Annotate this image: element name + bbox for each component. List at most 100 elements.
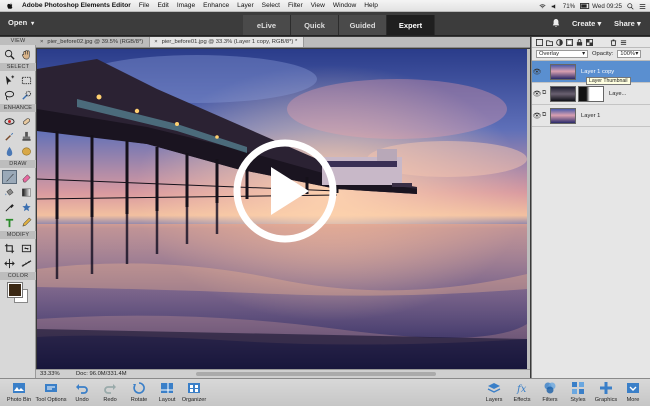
layer-name[interactable]: Layer 1 copy [581, 69, 614, 75]
zoom-tool-icon[interactable] [2, 47, 17, 61]
opacity-field[interactable]: 100% ▾ [617, 50, 642, 58]
add-mask-icon[interactable] [566, 38, 573, 46]
tool-options-button[interactable]: Tool Options [34, 381, 68, 403]
notifications-bell-icon[interactable] [552, 18, 560, 28]
layer-mask-thumbnail[interactable] [578, 85, 604, 102]
menu-help[interactable]: Help [364, 2, 378, 9]
vertical-scrollbar[interactable] [527, 49, 530, 369]
graphics-plus-icon [600, 382, 612, 394]
tab-elive[interactable]: eLive [243, 15, 291, 35]
eraser-tool-icon[interactable] [19, 170, 34, 184]
layer-thumbnail[interactable] [550, 63, 576, 80]
type-tool-icon[interactable] [2, 215, 17, 229]
menu-layer[interactable]: Layer [237, 2, 254, 9]
content-aware-move-tool-icon[interactable] [2, 256, 17, 270]
photo-bin-button[interactable]: Photo Bin [2, 381, 36, 403]
move-tool-icon[interactable] [2, 73, 17, 87]
chevron-down-icon: ▾ [635, 51, 639, 57]
visibility-eye-icon[interactable]: 👁 [532, 90, 542, 98]
sponge-tool-icon[interactable] [19, 144, 34, 158]
new-layer-icon[interactable] [536, 38, 543, 46]
open-button[interactable]: Open ▾ [8, 18, 34, 27]
notification-center-icon[interactable] [639, 3, 646, 10]
layer-name[interactable]: Laye... [609, 91, 626, 97]
layer-name[interactable]: Layer 1 [581, 113, 600, 119]
blur-tool-icon[interactable] [2, 144, 17, 158]
create-label: Create [572, 19, 596, 28]
visibility-eye-icon[interactable]: 👁 [532, 112, 542, 120]
more-button[interactable]: More [616, 381, 650, 403]
horizontal-scrollbar[interactable] [196, 372, 436, 376]
layer-row[interactable]: 👁 ⧉ Laye... [532, 83, 650, 105]
close-tab-icon[interactable]: × [154, 39, 157, 45]
volume-icon[interactable] [551, 3, 558, 10]
spotlight-search-icon[interactable] [627, 2, 634, 10]
lock-all-icon[interactable] [576, 38, 583, 46]
battery-percent: 71% [562, 2, 576, 10]
lasso-tool-icon[interactable] [2, 88, 17, 102]
hand-tool-icon[interactable] [19, 47, 34, 61]
smart-brush-tool-icon[interactable] [2, 129, 17, 143]
link-icon[interactable]: ⧉ [542, 112, 550, 119]
menu-select[interactable]: Select [262, 2, 280, 9]
pencil-tool-icon[interactable] [19, 215, 34, 229]
menu-edit[interactable]: Edit [157, 2, 168, 9]
brush-tool-icon[interactable] [2, 170, 17, 184]
apple-icon[interactable] [6, 2, 14, 10]
chevron-down-icon: ▾ [597, 19, 602, 28]
opacity-label: Opacity: [592, 51, 614, 57]
menu-image[interactable]: Image [177, 2, 195, 9]
create-button[interactable]: Create ▾ [572, 19, 601, 28]
layer-row[interactable]: 👁 ⧉ Layer 1 [532, 105, 650, 127]
spot-healing-tool-icon[interactable] [19, 114, 34, 128]
paint-bucket-tool-icon[interactable] [2, 185, 17, 199]
adjustment-layer-icon[interactable] [556, 38, 563, 46]
document-tab[interactable]: × pier_before02.jpg @ 39.5% (RGB/8*) [36, 37, 151, 47]
tools-panel: VIEW SELECT ENHANCE DRAW MODIFY COLOR [0, 37, 36, 378]
menubar-clock[interactable]: Wed 09:25 [592, 3, 622, 10]
wifi-icon[interactable] [539, 3, 546, 10]
link-icon[interactable]: ⧉ [542, 90, 550, 97]
zoom-level[interactable]: 33.33% [36, 371, 70, 377]
layer-row[interactable]: 👁 Layer 1 copy Layer Thumbnail [532, 61, 650, 85]
menu-enhance[interactable]: Enhance [203, 2, 229, 9]
foreground-color-swatch[interactable] [7, 282, 23, 298]
battery-icon[interactable] [580, 2, 590, 10]
marquee-tool-icon[interactable] [19, 73, 34, 87]
close-tab-icon[interactable]: × [40, 39, 43, 45]
gradient-tool-icon[interactable] [19, 185, 34, 199]
delete-layer-icon[interactable] [610, 38, 617, 46]
tab-expert[interactable]: Expert [387, 15, 435, 35]
straighten-tool-icon[interactable] [19, 256, 34, 270]
share-button[interactable]: Share ▾ [614, 19, 641, 28]
menu-view[interactable]: View [311, 2, 325, 9]
organizer-button[interactable]: Organizer [177, 381, 211, 403]
menu-file[interactable]: File [139, 2, 150, 9]
layer-thumbnail[interactable] [550, 107, 576, 124]
menu-filter[interactable]: Filter [288, 2, 303, 9]
menu-app-name[interactable]: Adobe Photoshop Elements Editor [22, 2, 131, 9]
photo-bin-icon [13, 383, 25, 393]
crop-tool-icon[interactable] [2, 241, 17, 255]
layer-thumbnail[interactable] [550, 85, 576, 102]
menu-window[interactable]: Window [333, 2, 356, 9]
new-group-icon[interactable] [546, 39, 553, 46]
recompose-tool-icon[interactable] [19, 241, 34, 255]
red-eye-tool-icon[interactable] [2, 114, 17, 128]
eyedropper-tool-icon[interactable] [2, 200, 17, 214]
tab-quick[interactable]: Quick [291, 15, 339, 35]
blend-mode-select[interactable]: Overlay ▾ [536, 50, 588, 58]
video-play-icon[interactable] [231, 137, 339, 245]
lock-transparency-icon[interactable] [586, 38, 593, 46]
blend-mode-value: Overlay [539, 51, 559, 57]
clone-stamp-tool-icon[interactable] [19, 129, 34, 143]
panel-menu-icon[interactable] [620, 39, 627, 46]
mac-menubar: Adobe Photoshop Elements Editor File Edi… [0, 0, 650, 12]
tab-guided[interactable]: Guided [339, 15, 387, 35]
blend-row: Overlay ▾ Opacity: 100% ▾ [532, 48, 650, 61]
quick-selection-tool-icon[interactable] [19, 88, 34, 102]
visibility-eye-icon[interactable]: 👁 [532, 68, 542, 76]
image-canvas[interactable] [37, 49, 527, 369]
custom-shape-tool-icon[interactable] [19, 200, 34, 214]
document-tab-active[interactable]: × pier_before01.jpg @ 33.3% (Layer 1 copy… [150, 37, 305, 47]
